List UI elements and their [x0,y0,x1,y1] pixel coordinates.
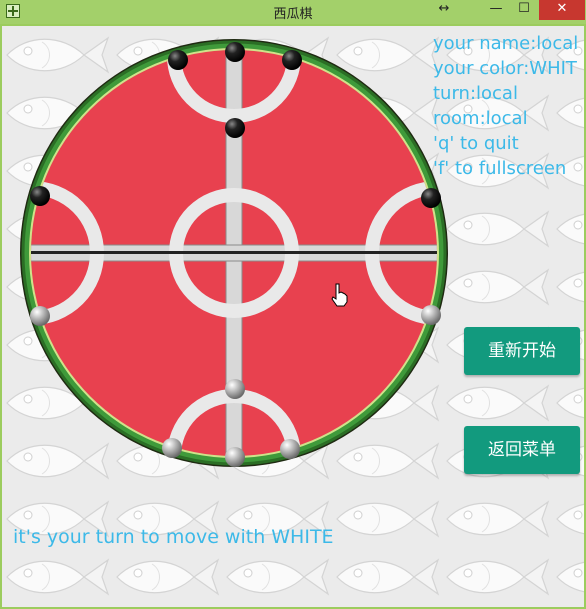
player-color-text: your color:WHIT [433,58,577,79]
back-to-menu-button[interactable]: 返回菜单 [464,426,580,474]
player-name-text: your name:local [433,33,579,54]
black-piece[interactable] [225,118,245,138]
close-button[interactable]: ✕ [539,0,585,20]
room-text: room:local [433,108,528,129]
black-piece[interactable] [225,42,245,62]
black-piece[interactable] [168,50,188,70]
white-piece[interactable] [421,305,441,325]
turn-text: turn:local [433,83,518,104]
maximize-button[interactable]: ☐ [511,0,537,20]
fullscreen-hint: 'f' to fullscreen [433,158,567,179]
white-piece[interactable] [280,439,300,459]
title-bar[interactable]: 西瓜棋 ↔ — ☐ ✕ [0,0,586,24]
game-area: your name:local your color:WHIT turn:loc… [2,26,584,607]
restart-button[interactable]: 重新开始 [464,327,580,375]
app-window: 西瓜棋 ↔ — ☐ ✕ your name:local your color:W… [0,0,586,609]
minimize-button[interactable]: — [483,0,509,20]
hand-cursor-icon [331,283,348,307]
white-piece[interactable] [162,438,182,458]
black-piece[interactable] [282,50,302,70]
quit-hint: 'q' to quit [433,133,519,154]
resize-icon[interactable]: ↔ [434,0,454,20]
turn-status: it's your turn to move with WHITE [13,526,334,548]
white-piece[interactable] [225,447,245,467]
white-piece[interactable] [30,306,50,326]
white-piece[interactable] [225,379,245,399]
black-piece[interactable] [30,186,50,206]
black-piece[interactable] [421,188,441,208]
